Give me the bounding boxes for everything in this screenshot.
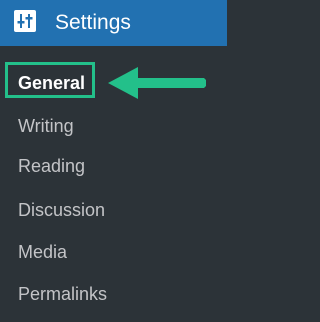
submenu-item-discussion[interactable]: Discussion bbox=[18, 198, 105, 222]
arrow-left-icon bbox=[108, 64, 208, 107]
submenu-item-permalinks[interactable]: Permalinks bbox=[18, 282, 107, 306]
submenu-item-reading[interactable]: Reading bbox=[18, 154, 85, 178]
sliders-icon bbox=[14, 10, 36, 32]
admin-submenu-panel: Settings General Writing Reading Discuss… bbox=[0, 0, 227, 322]
highlight-box bbox=[5, 62, 95, 98]
submenu-item-writing[interactable]: Writing bbox=[18, 114, 74, 138]
settings-menu-header[interactable]: Settings bbox=[0, 0, 227, 46]
submenu-item-media[interactable]: Media bbox=[18, 240, 67, 264]
settings-menu-title: Settings bbox=[55, 11, 131, 34]
